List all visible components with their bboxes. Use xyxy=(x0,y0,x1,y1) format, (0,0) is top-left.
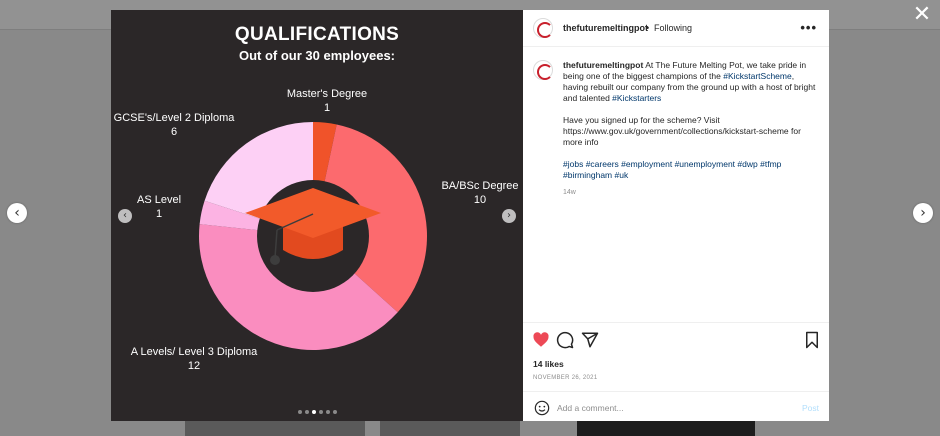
comment-input[interactable] xyxy=(557,400,787,416)
separator-dot: • xyxy=(646,23,650,33)
post-header: thefuturemeltingpot • Following ••• xyxy=(523,10,829,47)
carousel-dot xyxy=(318,410,323,414)
hashtag-link[interactable]: #tfmp xyxy=(760,159,781,169)
comment-box: Post xyxy=(523,391,829,423)
likes-count[interactable]: 14 likes xyxy=(533,359,564,369)
post-age: 14w xyxy=(563,189,576,196)
share-icon[interactable] xyxy=(581,331,599,349)
caption-username-link[interactable]: thefuturemeltingpot xyxy=(563,60,643,70)
slice-label-a-levels: A Levels/ Level 3 Diploma 12 xyxy=(130,346,258,372)
carousel-indicator xyxy=(111,410,523,414)
username-link[interactable]: thefuturemeltingpot xyxy=(563,23,648,33)
avatar[interactable] xyxy=(533,18,553,38)
previous-post-button[interactable]: ‹ xyxy=(7,203,27,223)
slice-label-as-level: AS Level 1 xyxy=(136,194,182,220)
hashtag-link[interactable]: #careers xyxy=(586,159,619,169)
slice-label-gcse: GCSE's/Level 2 Diploma 6 xyxy=(113,112,235,138)
comment-icon[interactable] xyxy=(556,331,574,349)
emoji-icon[interactable] xyxy=(534,400,550,416)
carousel-next-button[interactable]: › xyxy=(502,209,516,223)
hashtag-link[interactable]: #employment xyxy=(621,159,672,169)
avatar[interactable] xyxy=(533,60,553,80)
post-comment-button[interactable]: Post xyxy=(802,403,819,413)
caption-paragraph: Have you signed up for the scheme? Visit… xyxy=(563,115,801,147)
hashtag-link[interactable]: #KickstartScheme xyxy=(723,71,792,81)
post-date: NOVEMBER 26, 2021 xyxy=(533,375,598,381)
carousel-dot xyxy=(297,410,302,414)
slice-label-ba-bsc: BA/BSc Degree 10 xyxy=(441,180,519,206)
more-options-icon[interactable]: ••• xyxy=(800,20,817,35)
action-bar: 14 likes NOVEMBER 26, 2021 Post xyxy=(523,322,829,422)
caption-paragraph: thefuturemeltingpot At The Future Meltin… xyxy=(563,60,818,104)
hashtag-link[interactable]: #jobs xyxy=(563,159,583,169)
hashtag-link[interactable]: #birmingham xyxy=(563,170,612,180)
post-media: QUALIFICATIONS Out of our 30 employees: … xyxy=(111,10,523,421)
hashtag-link[interactable]: #unemployment xyxy=(675,159,735,169)
hashtag-link[interactable]: #dwp xyxy=(737,159,757,169)
carousel-dot xyxy=(332,410,337,414)
post-details-panel: thefuturemeltingpot • Following ••• thef… xyxy=(523,10,829,421)
hashtag-link[interactable]: #uk xyxy=(615,170,629,180)
heart-icon[interactable] xyxy=(532,331,550,349)
background-thumbnail xyxy=(185,420,365,436)
background-thumbnail xyxy=(380,420,520,436)
following-button[interactable]: Following xyxy=(654,23,692,33)
bookmark-icon[interactable] xyxy=(803,331,821,349)
close-icon[interactable]: ✕ xyxy=(912,3,932,25)
carousel-dot xyxy=(325,410,330,414)
hashtag-list: #jobs #careers #employment #unemployment… xyxy=(563,159,818,181)
carousel-dot xyxy=(311,410,316,414)
carousel-dot xyxy=(304,410,309,414)
hashtag-link[interactable]: #Kickstarters xyxy=(612,93,661,103)
carousel-prev-button[interactable]: ‹ xyxy=(118,209,132,223)
slice-label-masters: Master's Degree 1 xyxy=(286,88,368,114)
next-post-button[interactable]: › xyxy=(913,203,933,223)
